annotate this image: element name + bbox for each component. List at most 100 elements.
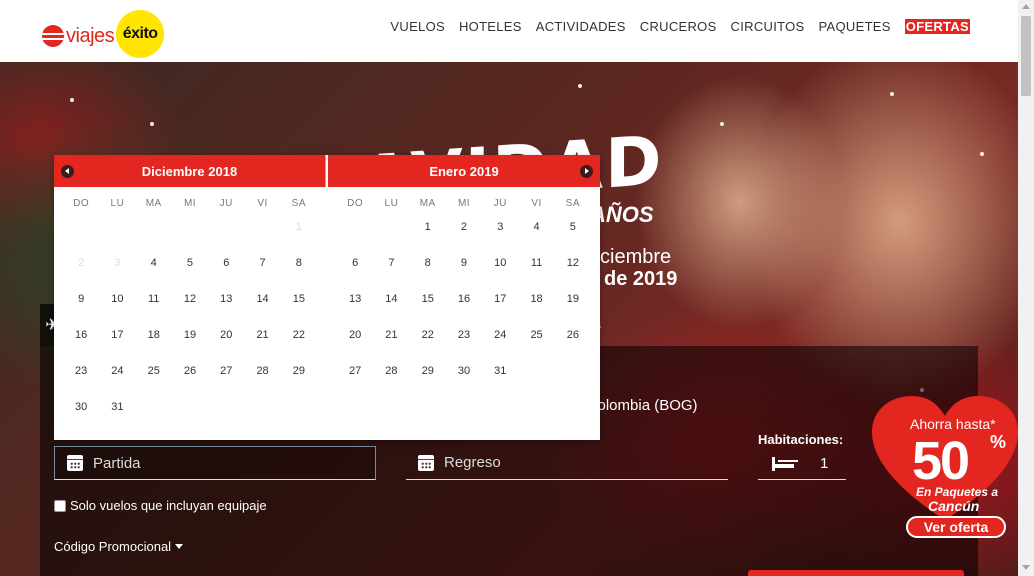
hero-year-line: de 2019	[604, 268, 678, 290]
calendar-day[interactable]: 28	[244, 363, 280, 399]
view-offer-button[interactable]: Ver oferta	[906, 516, 1006, 538]
prev-month-icon[interactable]	[61, 165, 74, 178]
calendar-day[interactable]: 25	[518, 327, 554, 363]
calendar-day[interactable]: 18	[518, 291, 554, 327]
sparkle	[720, 122, 724, 126]
day-grid: 1 2 3 4 5 6 7 8 9 10 11 12 13 14 15 16 17 18 19 20 21 22 23 24 2…	[328, 219, 600, 399]
month-title: Diciembre 2018	[141, 163, 238, 179]
calendar-day[interactable]: 16	[446, 291, 482, 327]
calendar-day[interactable]: 29	[410, 363, 446, 399]
calendar-day[interactable]: 6	[337, 255, 373, 291]
calendar-day[interactable]: 21	[244, 327, 280, 363]
calendar-day[interactable]: 31	[99, 399, 135, 435]
calendar-day[interactable]: 1	[410, 219, 446, 255]
calendar-day[interactable]: 13	[208, 291, 244, 327]
calendar-day[interactable]: 15	[281, 291, 317, 327]
calendar-day[interactable]: 26	[172, 363, 208, 399]
baggage-checkbox[interactable]	[54, 499, 66, 512]
nav-paquetes[interactable]: PAQUETES	[819, 19, 891, 34]
calendar-day[interactable]: 6	[208, 255, 244, 291]
calendar-day[interactable]: 14	[373, 291, 409, 327]
calendar-day[interactable]: 3	[482, 219, 518, 255]
calendar-day[interactable]: 27	[208, 363, 244, 399]
calendar-day[interactable]: 8	[281, 255, 317, 291]
calendar-day[interactable]: 22	[410, 327, 446, 363]
scroll-thumb[interactable]	[1021, 16, 1031, 96]
promo-code-toggle[interactable]: Código Promocional	[54, 539, 184, 554]
calendar-day[interactable]: 12	[555, 255, 591, 291]
calendar-day[interactable]: 10	[99, 291, 135, 327]
calendar-day[interactable]: 7	[244, 255, 280, 291]
calendar-day[interactable]: 8	[410, 255, 446, 291]
rooms-select[interactable]: 1	[758, 448, 846, 480]
next-month-icon[interactable]	[580, 165, 593, 178]
calendar-day[interactable]: 18	[136, 327, 172, 363]
nav-actividades[interactable]: ACTIVIDADES	[536, 19, 626, 34]
viajes-exito-logo[interactable]: viajes éxito	[42, 10, 165, 58]
calendar-day[interactable]: 17	[482, 291, 518, 327]
calendar-day[interactable]: 9	[63, 291, 99, 327]
weekday-label: MI	[183, 198, 197, 209]
calendar-month: Diciembre 2018 DO LU MA MI JU VI SA 1234567891…	[54, 155, 326, 440]
promo-badge[interactable]: Ahorra hasta* 50 % En Paquetes a Cancún …	[872, 396, 1018, 538]
calendar-day[interactable]: 7	[373, 255, 409, 291]
calendar-day[interactable]: 19	[172, 327, 208, 363]
calendar-day[interactable]: 27	[337, 363, 373, 399]
nav-cruceros[interactable]: CRUCEROS	[640, 19, 717, 34]
calendar-day[interactable]: 22	[281, 327, 317, 363]
calendar-day[interactable]: 17	[99, 327, 135, 363]
scroll-up-arrow-icon[interactable]	[1022, 4, 1030, 9]
calendar-day[interactable]: 16	[63, 327, 99, 363]
sparkle	[980, 152, 984, 156]
calendar-day[interactable]: 24	[482, 327, 518, 363]
calendar-day[interactable]: 13	[337, 291, 373, 327]
calendar-day[interactable]: 4	[136, 255, 172, 291]
departure-date-field[interactable]: Partida	[54, 446, 376, 480]
calendar-day[interactable]: 29	[281, 363, 317, 399]
calendar-day[interactable]: 15	[410, 291, 446, 327]
calendar-day[interactable]: 11	[518, 255, 554, 291]
empty-day-cell	[99, 219, 135, 255]
return-date-field[interactable]: Regreso	[406, 446, 728, 480]
calendar-day[interactable]: 30	[446, 363, 482, 399]
calendar-day[interactable]: 25	[136, 363, 172, 399]
weekday-label: MI	[457, 198, 471, 209]
nav-vuelos[interactable]: VUELOS	[390, 19, 445, 34]
calendar-day[interactable]: 11	[136, 291, 172, 327]
return-placeholder: Regreso	[444, 454, 501, 471]
calendar-day[interactable]: 5	[172, 255, 208, 291]
search-button[interactable]	[748, 570, 964, 576]
nav-ofertas[interactable]: OFERTAS	[904, 19, 970, 34]
empty-day-cell	[373, 219, 409, 255]
page-scrollbar[interactable]	[1018, 0, 1034, 576]
calendar-day[interactable]: 30	[63, 399, 99, 435]
calendar-day: 3	[114, 257, 121, 269]
calendar-day[interactable]: 26	[555, 327, 591, 363]
calendar-day[interactable]: 31	[482, 363, 518, 399]
calendar-day[interactable]: 9	[446, 255, 482, 291]
calendar-day[interactable]: 24	[99, 363, 135, 399]
calendar-day[interactable]: 2	[446, 219, 482, 255]
calendar-day[interactable]: 20	[337, 327, 373, 363]
calendar-day[interactable]: 19	[555, 291, 591, 327]
calendar-day[interactable]: 20	[208, 327, 244, 363]
calendar-day[interactable]: 23	[446, 327, 482, 363]
calendar-day[interactable]: 12	[172, 291, 208, 327]
calendar-day[interactable]: 14	[244, 291, 280, 327]
calendar-day[interactable]: 23	[63, 363, 99, 399]
baggage-option[interactable]: Solo vuelos que incluyan equipaje	[54, 498, 267, 513]
hero-date-line: ciembre	[600, 246, 672, 268]
nav-circuitos[interactable]: CIRCUITOS	[731, 19, 805, 34]
month-title: Enero 2019	[429, 163, 499, 179]
scroll-down-arrow-icon[interactable]	[1022, 565, 1030, 570]
promo-code-label: Código Promocional	[54, 539, 172, 554]
calendar-day[interactable]: 28	[373, 363, 409, 399]
promo-badge-destination: Cancún	[928, 498, 980, 514]
calendar-day[interactable]: 5	[555, 219, 591, 255]
nav-hoteles[interactable]: HOTELES	[459, 19, 522, 34]
weekday-label: MA	[419, 198, 436, 209]
calendar-day[interactable]: 21	[373, 327, 409, 363]
calendar-day[interactable]: 4	[518, 219, 554, 255]
calendar-day[interactable]: 10	[482, 255, 518, 291]
weekday-label: LU	[110, 198, 125, 209]
